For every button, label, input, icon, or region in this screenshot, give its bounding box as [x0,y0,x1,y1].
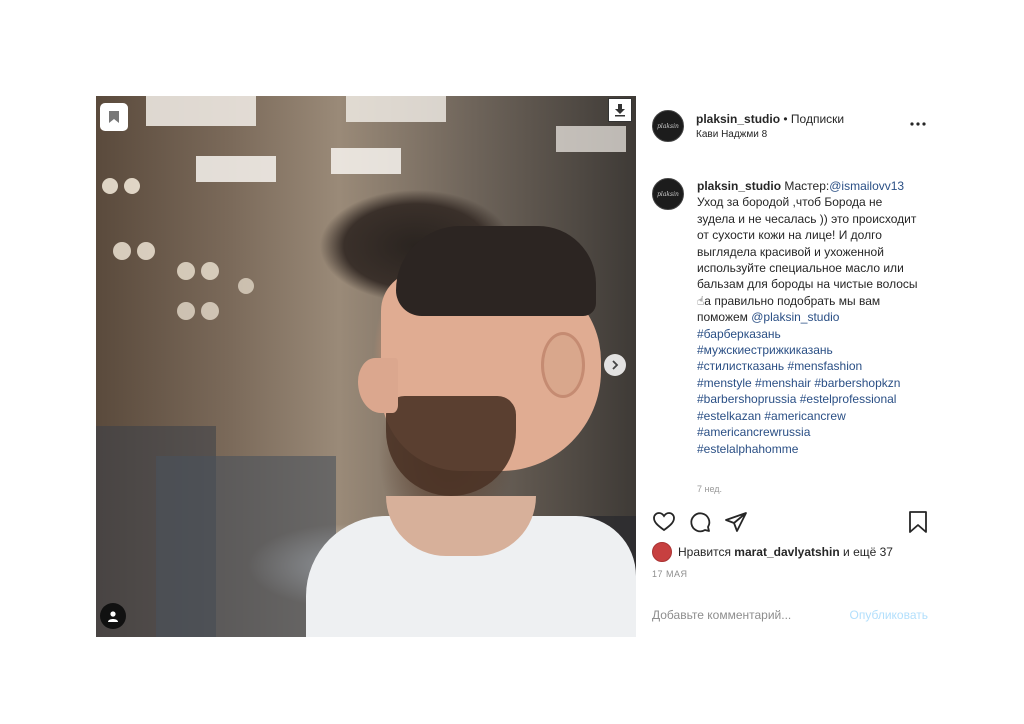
caption-avatar[interactable]: plaksin [652,178,684,210]
hashtags-line[interactable]: #barbershoprussia #estelprofessional [697,392,896,406]
save-button[interactable] [906,510,930,534]
follow-status-button[interactable]: Подписки [791,112,844,126]
mention-master-link[interactable]: @ismailovv13 [829,179,904,193]
caption: plaksin plaksin_studio Мастер:@ismailovv… [652,178,930,494]
hashtags-line[interactable]: #мужскиестрижкиказань [697,343,833,357]
chevron-right-icon [612,360,619,370]
more-options-button[interactable] [908,114,928,134]
hashtags-line[interactable]: #estelalphahomme [697,442,798,456]
likes-prefix: Нравится [678,545,731,559]
ear [541,332,585,398]
caption-username[interactable]: plaksin_studio [697,179,781,193]
post-sidebar: plaksin plaksin_studio • Подписки Кави Н… [636,96,932,637]
post-header: plaksin plaksin_studio • Подписки Кави Н… [652,110,932,142]
mention-studio-link[interactable]: @plaksin_studio [751,310,839,324]
hashtags-line[interactable]: #menstyle #menshair #barbershopkzn [697,376,900,390]
download-button[interactable] [608,98,632,122]
bookmark-icon [909,511,927,533]
share-button[interactable] [724,510,748,534]
liker-avatar[interactable] [652,542,672,562]
download-icon [615,104,625,117]
liker-username[interactable]: marat_davlyatshin [734,545,839,559]
caption-intro: Мастер: [784,179,830,193]
next-photo-button[interactable] [604,354,626,376]
comment-icon [690,512,711,533]
header-username[interactable]: plaksin_studio [696,112,780,126]
caption-time-ago: 7 нед. [697,484,723,494]
media-bookmark-button[interactable] [100,103,128,131]
bookmark-icon [109,111,119,123]
likes-suffix[interactable]: и ещё 37 [843,545,893,559]
avatar[interactable]: plaksin [652,110,684,142]
user-icon [108,611,118,622]
comment-input[interactable]: Добавьте комментарий... [652,608,791,622]
hashtags-line[interactable]: #барберказань [697,327,781,341]
caption-avatar-logo-text: plaksin [657,190,679,198]
hashtags-line[interactable]: #estelkazan #americancrew [697,409,846,423]
hair [396,226,596,316]
post-date: 17 МАЯ [652,569,688,579]
hashtags-line[interactable]: #стилистказань #mensfashion [697,359,862,373]
caption-body: Уход за бородой ,чтоб Борода не зудела и… [697,195,918,325]
comment-button[interactable] [688,510,712,534]
comment-box: Добавьте комментарий... Опубликовать [652,608,928,628]
paper-plane-icon [725,512,747,532]
action-bar [652,510,930,534]
location-link[interactable]: Кави Наджми 8 [696,129,767,140]
hashtags-line[interactable]: #americancrewrussia [697,425,810,439]
like-button[interactable] [652,510,676,534]
likes-line: Нравится marat_davlyatshin и ещё 37 [652,542,893,562]
publish-button[interactable]: Опубликовать [850,608,928,622]
avatar-logo-text: plaksin [657,122,679,130]
header-separator: • [783,112,788,126]
tagged-users-button[interactable] [100,603,126,629]
post-photo[interactable] [96,96,636,637]
heart-icon [653,512,675,532]
more-horizontal-icon [910,122,926,126]
header-user-line: plaksin_studio • Подписки [696,112,844,126]
caption-text: plaksin_studio Мастер:@ismailovv13 Уход … [697,178,922,457]
post-container: plaksin plaksin_studio • Подписки Кави Н… [96,96,932,637]
